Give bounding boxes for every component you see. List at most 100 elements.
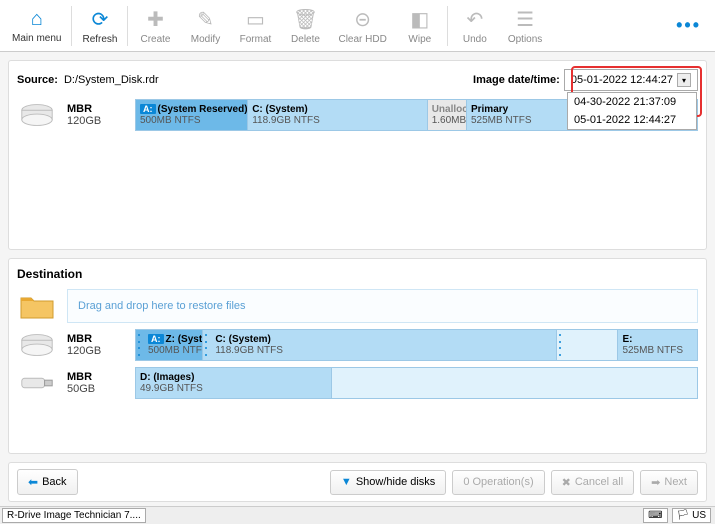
disk-size: 120GB bbox=[67, 345, 127, 357]
datetime-label: Image date/time: bbox=[473, 74, 560, 86]
modify-button[interactable]: ✎ Modify bbox=[180, 2, 230, 50]
keyboard-icon[interactable]: ⌨ bbox=[643, 508, 667, 523]
next-button[interactable]: ➡ Next bbox=[640, 470, 698, 495]
source-panel: Source: D:/System_Disk.rdr Image date/ti… bbox=[8, 60, 707, 250]
main-menu-button[interactable]: ⌂ Main menu bbox=[4, 2, 69, 50]
partition-c-system[interactable]: C: (System) 118.9GB NTFS bbox=[248, 100, 428, 130]
cancel-label: Cancel all bbox=[575, 476, 623, 488]
partition-empty[interactable] bbox=[332, 368, 697, 398]
partition-z[interactable]: A:Z: (System Re 500MB NTFS bbox=[136, 330, 203, 360]
partition-name: C: (System) bbox=[215, 334, 551, 345]
back-button[interactable]: ⬅ Back bbox=[17, 469, 78, 495]
footer-bar: ⬅ Back ▼ Show/hide disks 0 Operation(s) … bbox=[8, 462, 707, 502]
partition-sub: 118.9GB NTFS bbox=[215, 345, 551, 356]
create-button[interactable]: ✚ Create bbox=[130, 2, 180, 50]
disk-type: MBR bbox=[67, 103, 127, 115]
arrow-right-icon: ➡ bbox=[651, 476, 660, 489]
delete-button[interactable]: 🗑 Delete bbox=[280, 2, 330, 50]
undo-icon: ↶ bbox=[466, 7, 483, 32]
more-button[interactable]: ••• bbox=[666, 15, 711, 36]
hdd-icon bbox=[17, 331, 57, 359]
partition-sub: 500MB NTFS bbox=[148, 345, 198, 356]
datetime-select[interactable]: 05-01-2022 12:44:27 ▾ 04-30-2022 21:37:0… bbox=[564, 69, 698, 91]
pencil-icon: ✎ bbox=[197, 7, 214, 32]
partition-e[interactable]: E: 525MB NTFS bbox=[618, 330, 697, 360]
format-icon: ▭ bbox=[246, 7, 265, 32]
toolbar-separator bbox=[71, 6, 72, 46]
format-label: Format bbox=[240, 34, 272, 45]
status-app-name: R-Drive Image Technician 7.... bbox=[2, 508, 146, 523]
partition-bar: D: (Images) 49.9GB NTFS bbox=[135, 367, 698, 399]
disk-info: MBR 120GB bbox=[67, 333, 127, 357]
modify-label: Modify bbox=[191, 34, 220, 45]
eraser-icon: ◧ bbox=[410, 7, 429, 32]
operations-button[interactable]: 0 Operation(s) bbox=[452, 470, 544, 495]
partition-unallocated[interactable]: Unallocat 1.60MB bbox=[428, 100, 467, 130]
partition-d[interactable]: D: (Images) 49.9GB NTFS bbox=[136, 368, 332, 398]
partition-name: (System Reserved) bbox=[158, 104, 248, 115]
drop-zone-row: Drag and drop here to restore files bbox=[17, 289, 698, 323]
partition-name: E: bbox=[622, 334, 693, 345]
statusbar: R-Drive Image Technician 7.... ⌨ 🏳 US bbox=[0, 506, 715, 524]
wipe-label: Wipe bbox=[408, 34, 431, 45]
datetime-dropdown: 04-30-2022 21:37:09 05-01-2022 12:44:27 bbox=[567, 92, 697, 130]
partition-sub: 118.9GB NTFS bbox=[252, 115, 423, 126]
partition-sub: 500MB NTFS bbox=[140, 115, 243, 126]
back-label: Back bbox=[42, 476, 66, 488]
partition-name: Z: (System Re bbox=[166, 334, 204, 345]
destination-title: Destination bbox=[17, 267, 698, 281]
options-button[interactable]: ☰ Options bbox=[500, 2, 550, 50]
grip-icon[interactable] bbox=[138, 332, 144, 358]
lang-indicator[interactable]: 🏳 US bbox=[672, 508, 711, 523]
folder-icon bbox=[17, 292, 57, 320]
next-label: Next bbox=[664, 476, 687, 488]
create-label: Create bbox=[140, 34, 170, 45]
partition-c[interactable]: C: (System) 118.9GB NTFS bbox=[203, 330, 556, 360]
undo-button[interactable]: ↶ Undo bbox=[450, 2, 500, 50]
partition-name: C: (System) bbox=[252, 104, 423, 115]
partition-sub: 525MB NTFS bbox=[622, 345, 693, 356]
destination-panel: Destination Drag and drop here to restor… bbox=[8, 258, 707, 454]
wipe-button[interactable]: ◧ Wipe bbox=[395, 2, 445, 50]
disk-info: MBR 50GB bbox=[67, 371, 127, 395]
disk-size: 50GB bbox=[67, 383, 127, 395]
clear-hdd-label: Clear HDD bbox=[338, 34, 386, 45]
datetime-option[interactable]: 05-01-2022 12:44:27 bbox=[568, 111, 696, 129]
filter-icon: ▼ bbox=[341, 476, 352, 488]
show-hide-disks-button[interactable]: ▼ Show/hide disks bbox=[330, 470, 446, 495]
partition-empty[interactable] bbox=[557, 330, 619, 360]
partition-name: Unallocat bbox=[432, 104, 462, 115]
lang-label: US bbox=[692, 510, 706, 521]
grip-icon[interactable] bbox=[559, 332, 565, 358]
delete-label: Delete bbox=[291, 34, 320, 45]
undo-label: Undo bbox=[463, 34, 487, 45]
disk-info: MBR 120GB bbox=[67, 103, 127, 127]
disk-type: MBR bbox=[67, 371, 127, 383]
toolbar-separator bbox=[447, 6, 448, 46]
partition-sub: 1.60MB bbox=[432, 115, 462, 126]
clear-hdd-button[interactable]: ⊝ Clear HDD bbox=[330, 2, 394, 50]
chevron-down-icon[interactable]: ▾ bbox=[677, 73, 691, 87]
options-label: Options bbox=[508, 34, 542, 45]
refresh-label: Refresh bbox=[82, 34, 117, 45]
hdd-icon bbox=[17, 101, 57, 129]
dest-disk-row: MBR 120GB A:Z: (System Re 500MB NTFS C: … bbox=[17, 329, 698, 361]
plus-icon: ✚ bbox=[147, 7, 164, 32]
partition-name: D: (Images) bbox=[140, 372, 327, 383]
x-icon: ✖ bbox=[562, 476, 571, 489]
toolbar-separator bbox=[127, 6, 128, 46]
drop-zone[interactable]: Drag and drop here to restore files bbox=[67, 289, 698, 323]
disk-type: MBR bbox=[67, 333, 127, 345]
main-toolbar: ⌂ Main menu ⟳ Refresh ✚ Create ✎ Modify … bbox=[0, 0, 715, 52]
cancel-all-button[interactable]: ✖ Cancel all bbox=[551, 470, 635, 495]
partition-bar: A:Z: (System Re 500MB NTFS C: (System) 1… bbox=[135, 329, 698, 361]
partition-system-reserved[interactable]: A:(System Reserved) 500MB NTFS bbox=[136, 100, 248, 130]
format-button[interactable]: ▭ Format bbox=[230, 2, 280, 50]
arrow-left-icon: ⬅ bbox=[28, 475, 38, 489]
main-menu-label: Main menu bbox=[12, 33, 61, 44]
clear-icon: ⊝ bbox=[354, 7, 371, 32]
datetime-option[interactable]: 04-30-2022 21:37:09 bbox=[568, 93, 696, 111]
refresh-button[interactable]: ⟳ Refresh bbox=[74, 2, 125, 50]
source-header: Source: D:/System_Disk.rdr Image date/ti… bbox=[17, 69, 698, 91]
grip-icon[interactable] bbox=[205, 332, 211, 358]
